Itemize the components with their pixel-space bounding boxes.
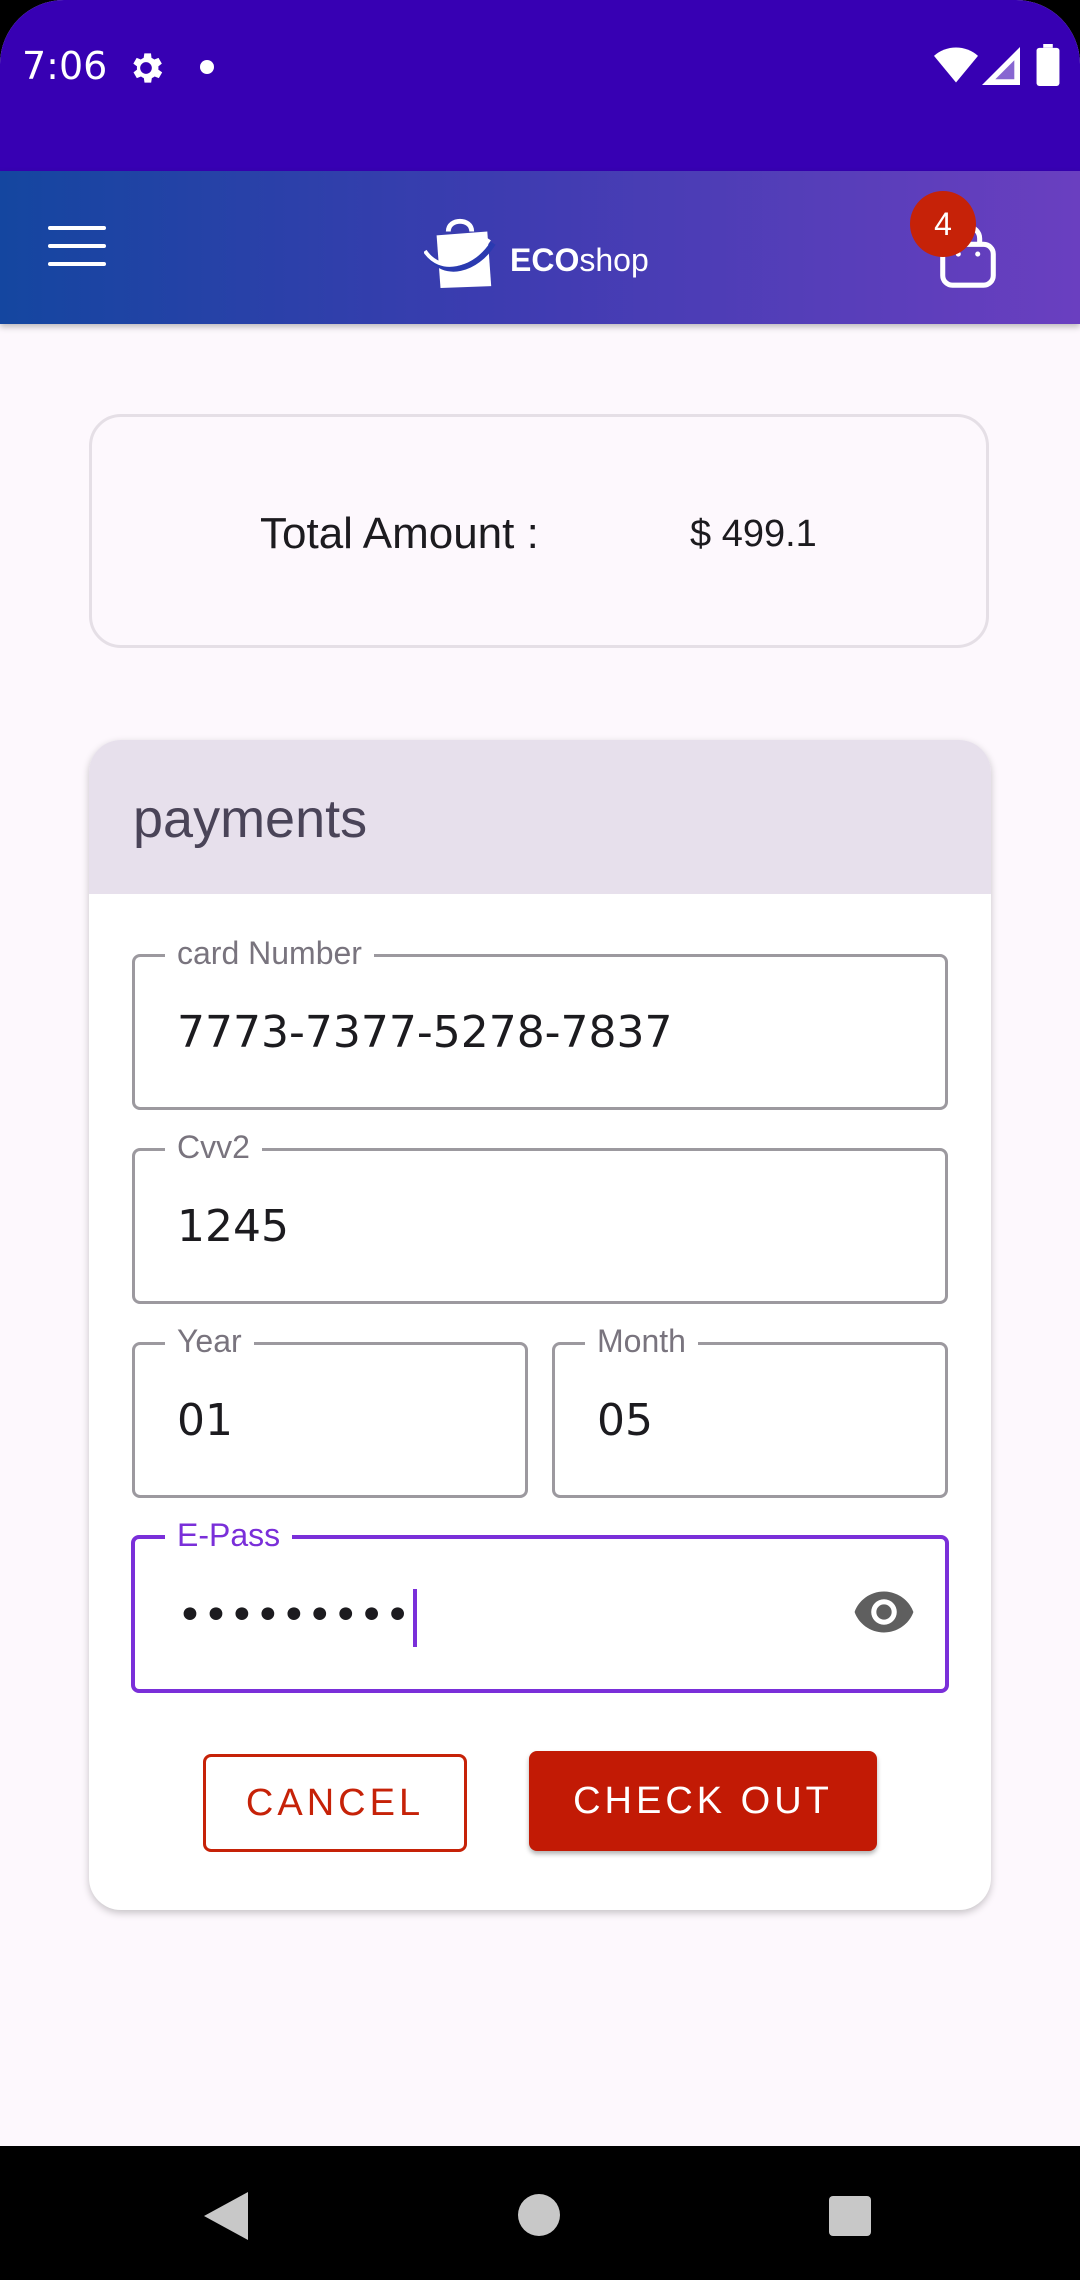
epass-value: ••••••••• [177, 1589, 417, 1647]
home-icon[interactable] [518, 2194, 560, 2236]
year-field[interactable]: Year 01 [132, 1323, 528, 1498]
checkout-button[interactable]: CHECK OUT [529, 1751, 877, 1851]
cvv2-field[interactable]: Cvv2 1245 [132, 1129, 948, 1304]
cvv2-value: 1245 [177, 1201, 289, 1252]
gear-icon [133, 53, 163, 83]
card-number-field[interactable]: card Number 7773-7377-5278-7837 [132, 935, 948, 1110]
eye-icon[interactable] [853, 1589, 915, 1635]
cvv2-label: Cvv2 [165, 1129, 262, 1165]
total-amount-value: $ 499.1 [690, 513, 817, 555]
back-icon[interactable] [204, 2192, 248, 2240]
total-amount-label: Total Amount : [260, 509, 539, 558]
payments-title: payments [133, 789, 368, 849]
text-caret [412, 1589, 417, 1647]
year-value: 01 [177, 1395, 233, 1446]
cart-count-badge: 4 [910, 191, 976, 257]
signal-icon [982, 47, 1020, 85]
total-amount-card: Total Amount : $ 499.1 [89, 414, 989, 648]
status-bar: 7:06 [0, 0, 1080, 171]
month-field[interactable]: Month 05 [552, 1323, 948, 1498]
wifi-icon [934, 47, 978, 83]
year-label: Year [165, 1323, 254, 1359]
shopping-bag-logo-icon [424, 218, 496, 289]
brand-logo: ECOshop [424, 211, 649, 291]
navigation-bar [0, 2146, 1080, 2280]
app-bar: ECOshop 4 [0, 171, 1080, 324]
epass-field[interactable]: E-Pass ••••••••• [131, 1517, 949, 1693]
month-label: Month [585, 1323, 698, 1359]
screen: 7:06 ECOshop 4 Total Amount: $ 499.1 pa… [0, 0, 1080, 2280]
epass-label: E-Pass [165, 1517, 293, 1553]
brand-name: ECOshop [510, 241, 649, 278]
dot-icon [200, 60, 214, 74]
recent-apps-icon[interactable] [829, 2196, 871, 2236]
cancel-button[interactable]: CANCEL [203, 1754, 467, 1852]
status-time: 7:06 [22, 44, 108, 88]
month-value: 05 [597, 1395, 653, 1446]
battery-icon [1036, 44, 1060, 86]
card-number-value: 7773-7377-5278-7837 [177, 1007, 673, 1058]
payments-card: payments card Number 7773-7377-5278-7837… [89, 740, 991, 1910]
menu-icon[interactable] [48, 226, 106, 270]
payments-header: payments [89, 740, 991, 894]
card-number-label: card Number [165, 935, 374, 971]
